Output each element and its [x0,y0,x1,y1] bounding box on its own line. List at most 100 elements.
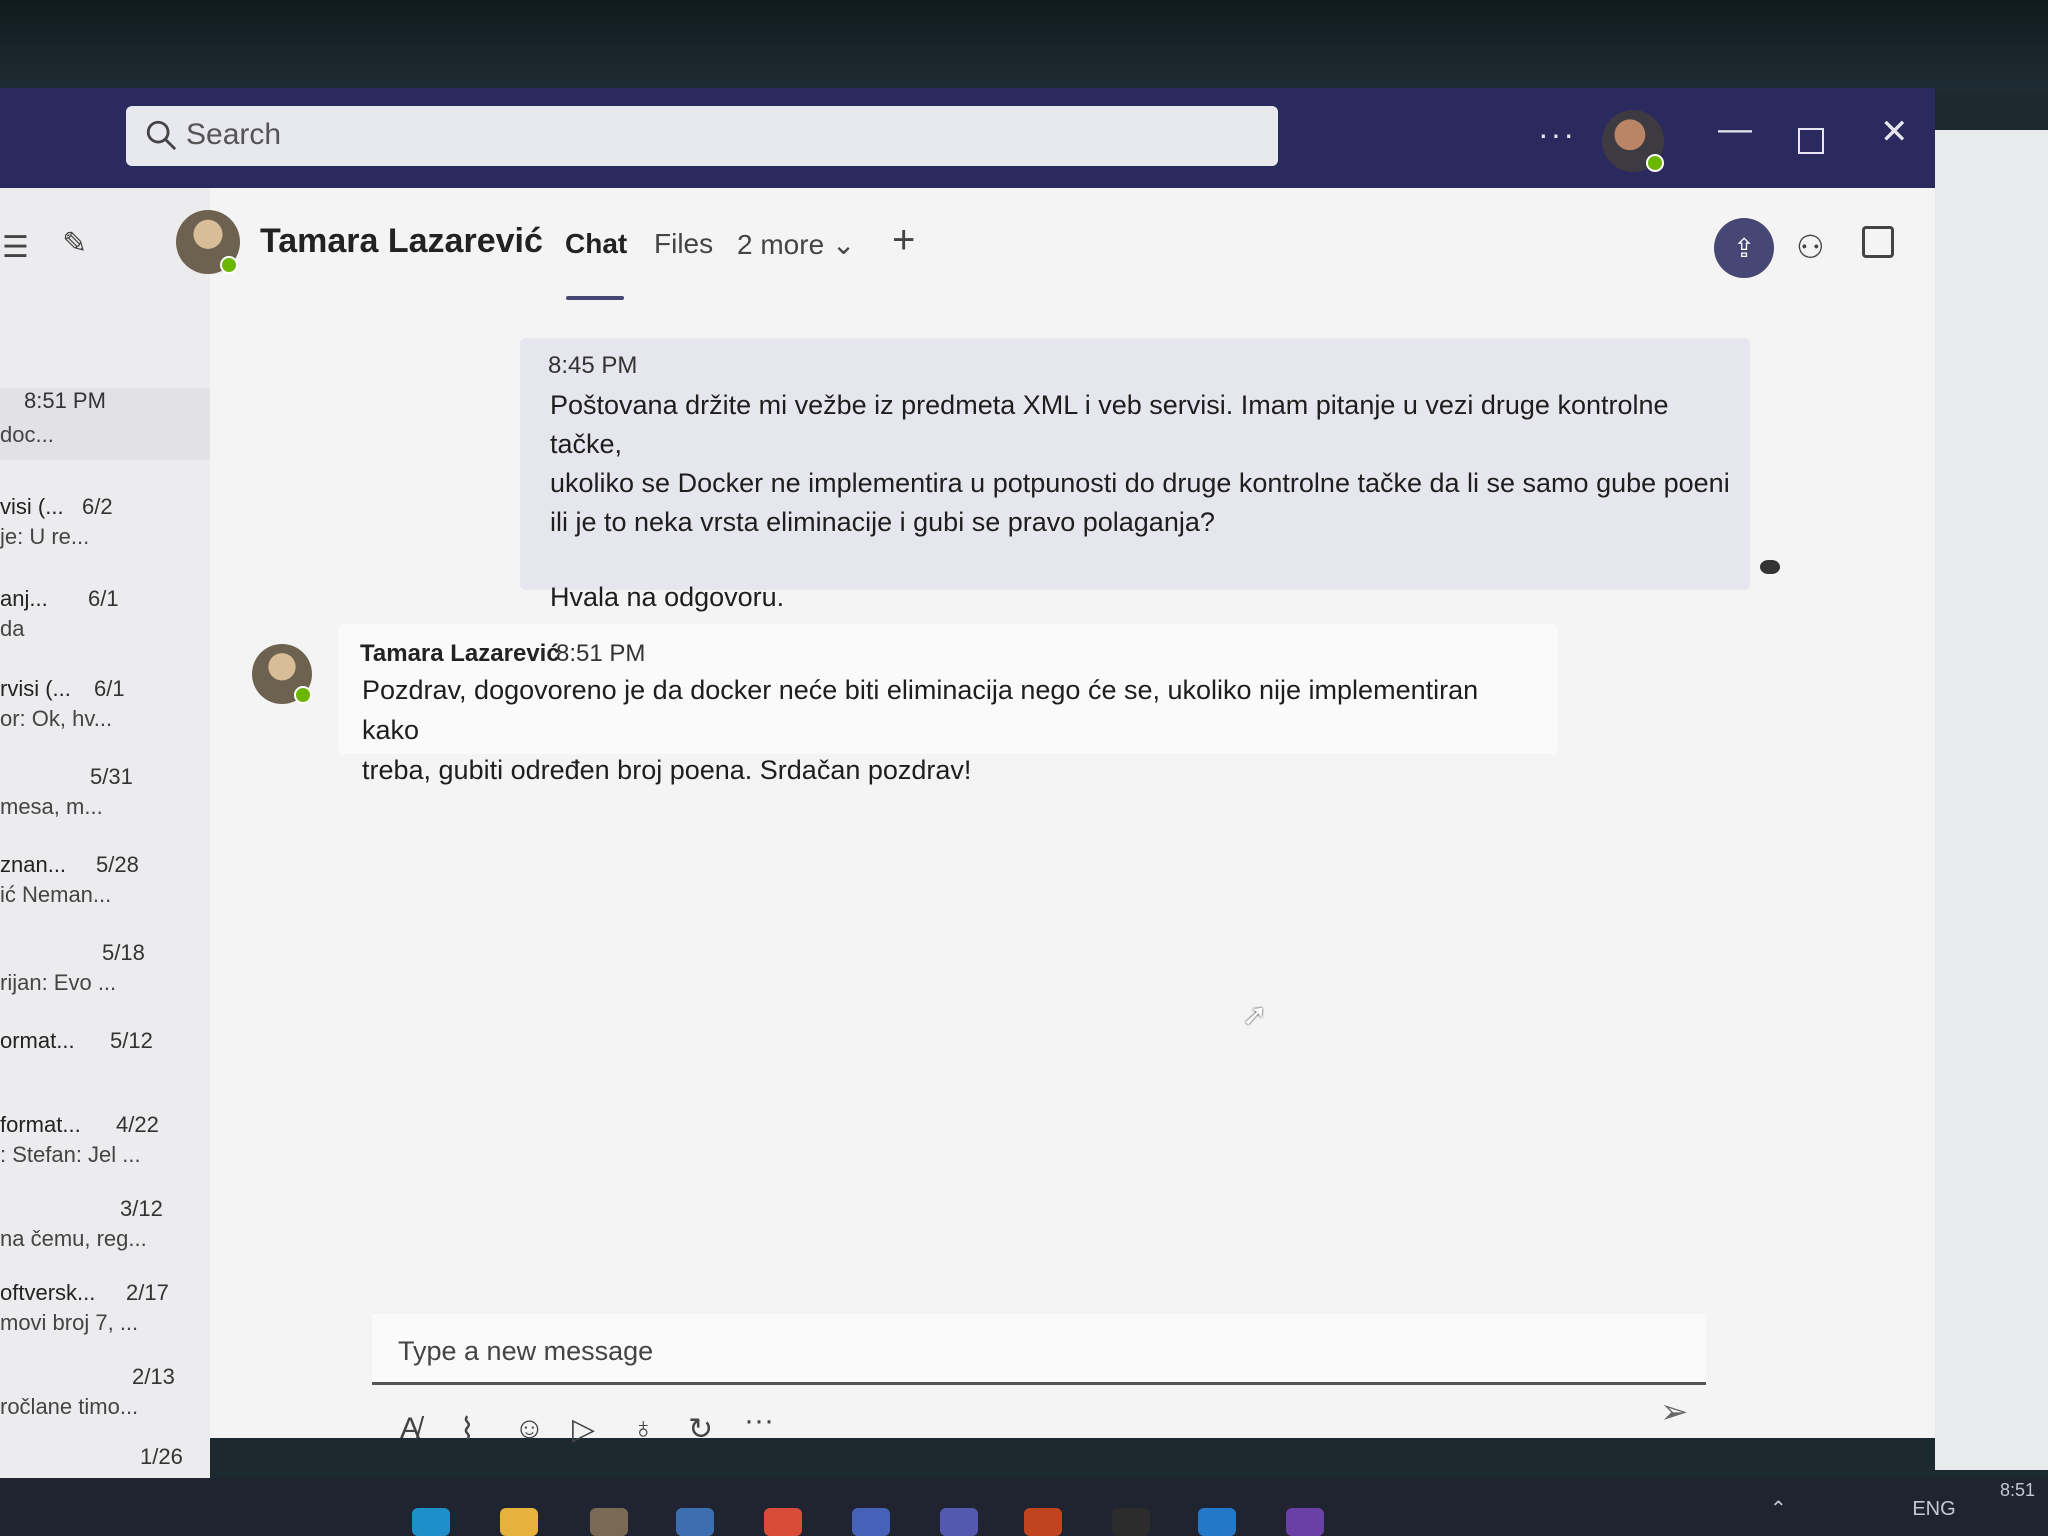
chat-preview: movi broj 7, ... [0,1310,139,1335]
share-screen-icon: ⇪ [1733,233,1755,263]
list-item[interactable]: 1/26 [0,1444,210,1474]
chat-preview: da [0,616,25,641]
new-chat-icon[interactable]: ✎ [62,226,87,261]
presence-available-icon [294,686,312,704]
presence-available-icon [220,256,238,274]
loop-icon[interactable]: ↻ [688,1412,713,1447]
composer-placeholder: Type a new message [398,1336,654,1366]
monitor-top-edge [0,0,2048,90]
chat-title: oftversk... [0,1280,96,1305]
chat-date: 2/13 [132,1364,175,1389]
contact-name: Tamara Lazarević [260,222,543,260]
minimize-button[interactable]: — [1718,110,1752,149]
message-line: Pozdrav, dogovoreno je da docker neće bi… [362,675,1479,745]
store-icon[interactable] [590,1508,628,1536]
contact-avatar[interactable] [176,210,240,274]
teams-icon[interactable] [940,1508,978,1536]
profile-avatar[interactable] [1602,110,1664,172]
format-icon[interactable]: A̸ [400,1412,420,1446]
list-item[interactable]: 8:51 PM doc... [0,388,210,460]
list-item[interactable]: ormat... 5/12 [0,1028,210,1068]
mail-icon[interactable] [676,1508,714,1536]
praise-icon[interactable]: ♁ [632,1412,655,1446]
search-placeholder: Search [186,118,282,151]
taskbar-clock[interactable]: 8:51 [2000,1480,2035,1501]
search-bar[interactable]: Search [126,106,1278,166]
sender-avatar[interactable] [252,644,312,704]
message-composer[interactable]: Type a new message [372,1314,1706,1385]
tab-more-dropdown[interactable]: 2 more ⌄ [737,228,855,261]
mouse-cursor-icon: ➚ [1242,999,1268,1032]
message-sender: Tamara Lazarević [360,640,560,667]
chat-date: 6/2 [82,494,113,519]
chat-date: 5/18 [102,940,145,965]
sent-message[interactable]: 8:45 PM Poštovana držite mi vežbe iz pre… [520,338,1750,612]
emoji-icon[interactable]: ☺ [514,1412,545,1446]
message-time: 8:45 PM [548,352,638,379]
message-line: ili je to neka vrsta eliminacije i gubi … [550,507,1215,537]
list-item[interactable]: anj... 6/1 da [0,586,210,646]
list-item[interactable]: visi (... 6/2 je: U re... [0,494,210,554]
pop-out-chat-icon[interactable] [1862,226,1894,258]
chat-preview: ročlane timo... [0,1394,139,1419]
chat-title: ormat... [0,1028,75,1053]
chat-title: format... [0,1112,81,1137]
list-item[interactable]: rvisi (... 6/1 or: Ok, hv... [0,676,210,736]
chat-preview: or: Ok, hv... [0,706,113,731]
filter-icon[interactable]: ☰ [2,230,29,265]
tab-files[interactable]: Files [654,228,713,260]
attach-icon[interactable]: ⌇ [460,1412,475,1447]
message-closing: Hvala na odgovoru. [550,582,785,612]
chat-title: visi (... [0,494,64,519]
list-item[interactable]: znan... 5/28 ić Neman... [0,852,210,912]
visual-studio-icon[interactable] [1286,1508,1324,1536]
add-tab-button[interactable]: + [892,218,915,263]
chat-date: 3/12 [120,1196,163,1221]
tab-chat[interactable]: Chat [565,228,627,260]
list-item[interactable]: 2/13 ročlane timo... [0,1364,210,1424]
chat-date: 1/26 [140,1444,183,1469]
share-screen-button[interactable]: ⇪ [1714,218,1774,278]
file-explorer-icon[interactable] [500,1508,538,1536]
language-indicator[interactable]: ENG [1912,1498,1955,1520]
list-item[interactable]: 5/31 mesa, m... [0,764,210,824]
chat-date: 6/1 [88,586,119,611]
discord-icon[interactable] [852,1508,890,1536]
close-button[interactable]: ✕ [1880,112,1909,152]
received-message[interactable]: Tamara Lazarević 8:51 PM Pozdrav, dogovo… [338,624,1558,785]
presence-available-icon [1646,154,1664,172]
chat-preview: : Stefan: Jel ... [0,1142,141,1167]
more-options-icon[interactable]: ··· [744,1404,774,1438]
active-tab-indicator [566,296,624,300]
chat-date: 2/17 [126,1280,169,1305]
chevron-up-icon[interactable]: ⌃ [1770,1498,1787,1520]
chat-date: 5/28 [96,852,139,877]
message-line: treba, gubiti određen broj poena. Srdača… [362,755,972,785]
vscode-icon[interactable] [1198,1508,1236,1536]
message-line: Poštovana držite mi vežbe iz predmeta XM… [550,390,1669,459]
chat-preview: je: U re... [0,524,90,549]
chat-preview: ić Neman... [0,882,112,907]
background-window-edge [1935,130,2048,1470]
list-item[interactable]: 3/12 na čemu, reg... [0,1196,210,1256]
list-item[interactable]: format... 4/22 : Stefan: Jel ... [0,1112,210,1172]
add-people-icon[interactable]: ⚇ [1796,228,1825,266]
message-time: 8:51 PM [556,640,646,667]
app-icon[interactable] [1024,1508,1062,1536]
chat-preview: rijan: Evo ... [0,970,117,995]
settings-more-button[interactable]: ··· [1538,116,1576,153]
chat-preview: na čemu, reg... [0,1226,147,1251]
sticker-icon[interactable]: ▷ [572,1412,595,1447]
github-icon[interactable] [1112,1508,1150,1536]
maximize-button[interactable] [1798,128,1824,154]
chat-title: znan... [0,852,67,877]
send-icon[interactable]: ➢ [1660,1392,1689,1432]
chat-date: 8:51 PM [24,388,106,413]
edge-app-icon[interactable] [412,1508,450,1536]
list-item[interactable]: oftversk... 2/17 movi broj 7, ... [0,1280,210,1340]
list-item[interactable]: 5/18 rijan: Evo ... [0,940,210,1000]
message-body: Pozdrav, dogovoreno je da docker neće bi… [362,670,1522,790]
message-body: Poštovana držite mi vežbe iz predmeta XM… [550,386,1740,617]
chrome-icon[interactable] [764,1508,802,1536]
chat-preview: mesa, m... [0,794,103,819]
